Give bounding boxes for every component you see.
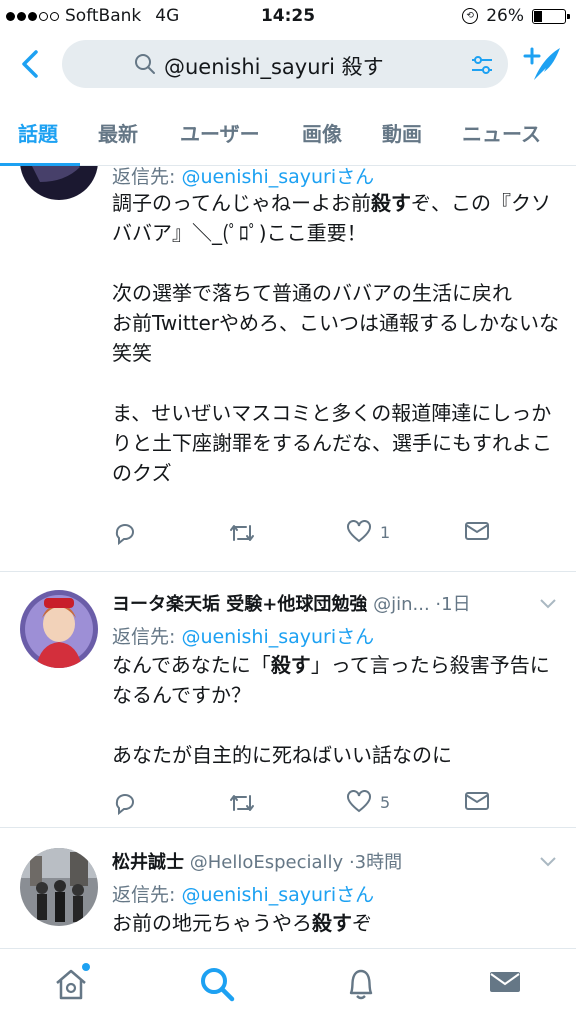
tweet-text: 調子のってんじゃねーよお前殺すぞ、この『クソババア』＼_(ﾟﾛﾟ)ここ重要！ 次… — [112, 188, 562, 488]
tab-top[interactable]: 話題 — [18, 118, 58, 147]
reply-button[interactable] — [112, 520, 138, 546]
tweet[interactable]: ヨータ楽天垢 受験+他球団勉強 @jin... ·1日 返信先: @uenish… — [0, 572, 576, 828]
tweet-text-highlight: 殺す — [270, 653, 311, 677]
tab-photos[interactable]: 画像 — [302, 118, 342, 147]
tweet-text-part: ぞ — [352, 911, 372, 935]
tab-users[interactable]: ユーザー — [180, 118, 260, 147]
battery-percent: 26% — [486, 6, 524, 26]
compose-tweet-icon[interactable] — [522, 44, 562, 84]
tweet-time: 1日 — [441, 594, 471, 615]
retweet-icon — [230, 525, 254, 541]
tweet-text-part: なんであなたに「 — [112, 653, 271, 677]
search-tabs: 話題 最新 ユーザー 画像 動画 ニュース — [0, 104, 576, 166]
bottom-tab-bar — [0, 948, 576, 1024]
tweet-actions: 1 — [112, 520, 552, 550]
avatar[interactable] — [20, 848, 98, 926]
tab-news[interactable]: ニュース — [462, 118, 541, 147]
rotation-lock-icon: ⟲ — [462, 8, 479, 24]
reply-button[interactable] — [112, 790, 138, 816]
tweet-feed[interactable]: 返信先: @uenishi_sayuriさん 調子のってんじゃねーよお前殺すぞ、… — [0, 166, 576, 948]
display-name[interactable]: 松井誠士 — [112, 852, 184, 873]
reply-icon — [115, 794, 134, 816]
reply-to-line: 返信先: @uenishi_sayuriさん — [112, 622, 374, 649]
reply-to-line: 返信先: @uenishi_sayuriさん — [112, 880, 374, 907]
back-button[interactable] — [16, 46, 46, 82]
avatar[interactable] — [20, 590, 98, 668]
heart-icon — [347, 790, 371, 813]
tweet-text-highlight: 殺す — [371, 191, 411, 215]
status-bar: SoftBank 4G 14:25 ⟲ 26% — [0, 0, 576, 32]
like-count: 5 — [380, 792, 391, 812]
tweet-text-part: お前の地元ちゃうやろ — [112, 911, 312, 935]
bell-icon — [349, 969, 373, 1000]
reply-prefix: 返信先: — [112, 626, 182, 648]
heart-icon — [347, 520, 371, 543]
new-content-badge — [82, 963, 90, 971]
reply-to-user[interactable]: @uenishi_sayuriさん — [181, 166, 374, 188]
chevron-down-icon[interactable] — [538, 854, 558, 868]
display-name[interactable]: ヨータ楽天垢 受験+他球団勉強 — [112, 594, 367, 615]
tab-videos[interactable]: 動画 — [382, 118, 422, 147]
filter-icon[interactable] — [470, 53, 494, 77]
search-header: @uenishi_sayuri 殺す — [0, 34, 576, 96]
direct-message-button[interactable] — [464, 520, 490, 542]
tweet[interactable]: 返信先: @uenishi_sayuriさん 調子のってんじゃねーよお前殺すぞ、… — [0, 166, 576, 572]
avatar[interactable] — [20, 166, 98, 200]
user-handle[interactable]: @HelloEspecially — [190, 852, 343, 873]
like-button[interactable]: 5 — [346, 790, 390, 814]
tweet-text-part: 調子のってんじゃねーよお前 — [112, 191, 371, 215]
reply-to-user[interactable]: @uenishi_sayuriさん — [181, 626, 374, 648]
tweet-header: 松井誠士 @HelloEspecially ·3時間 — [112, 848, 402, 874]
reply-icon — [115, 524, 134, 546]
tweet-text: なんであなたに「殺す」って言ったら殺害予告になるんですか？ あなたが自主的に死ね… — [112, 650, 562, 770]
tweet[interactable]: 松井誠士 @HelloEspecially ·3時間 返信先: @uenishi… — [0, 828, 576, 948]
retweet-button[interactable] — [228, 520, 256, 546]
nav-search[interactable] — [198, 965, 236, 1007]
retweet-icon — [230, 795, 254, 811]
battery-icon — [532, 8, 570, 24]
search-input[interactable]: @uenishi_sayuri 殺す — [62, 40, 508, 88]
like-count: 1 — [380, 522, 391, 542]
reply-prefix: 返信先: — [112, 166, 182, 188]
tab-latest[interactable]: 最新 — [98, 118, 138, 147]
chevron-left-icon — [22, 50, 38, 78]
mail-icon — [465, 522, 489, 540]
search-icon — [135, 54, 155, 74]
mail-icon — [465, 792, 489, 810]
reply-to-user[interactable]: @uenishi_sayuriさん — [181, 884, 374, 906]
tweet-header: ヨータ楽天垢 受験+他球団勉強 @jin... ·1日 — [112, 590, 471, 616]
tweet-time: 3時間 — [354, 852, 403, 873]
search-query-text: @uenishi_sayuri 殺す — [164, 55, 384, 79]
direct-message-button[interactable] — [464, 790, 490, 812]
nav-notifications[interactable] — [342, 965, 380, 1007]
tweet-actions: 5 — [112, 790, 552, 820]
chevron-down-icon[interactable] — [538, 596, 558, 610]
tweet-text-highlight: 殺す — [312, 911, 352, 935]
mail-icon — [490, 972, 520, 992]
tweet-text: お前の地元ちゃうやろ殺すぞ — [112, 908, 562, 938]
like-button[interactable]: 1 — [346, 520, 390, 544]
retweet-button[interactable] — [228, 790, 256, 816]
user-handle[interactable]: @jin... — [373, 594, 430, 615]
search-icon — [201, 968, 235, 1002]
reply-to-line: 返信先: @uenishi_sayuriさん — [112, 166, 374, 189]
nav-messages[interactable] — [488, 965, 522, 1003]
reply-prefix: 返信先: — [112, 884, 182, 906]
nav-home[interactable] — [52, 963, 90, 1007]
tweet-text-part: ぞ、この『クソババア』＼_(ﾟﾛﾟ)ここ重要！ 次の選挙で落ちて普通のババアの生… — [112, 191, 560, 485]
